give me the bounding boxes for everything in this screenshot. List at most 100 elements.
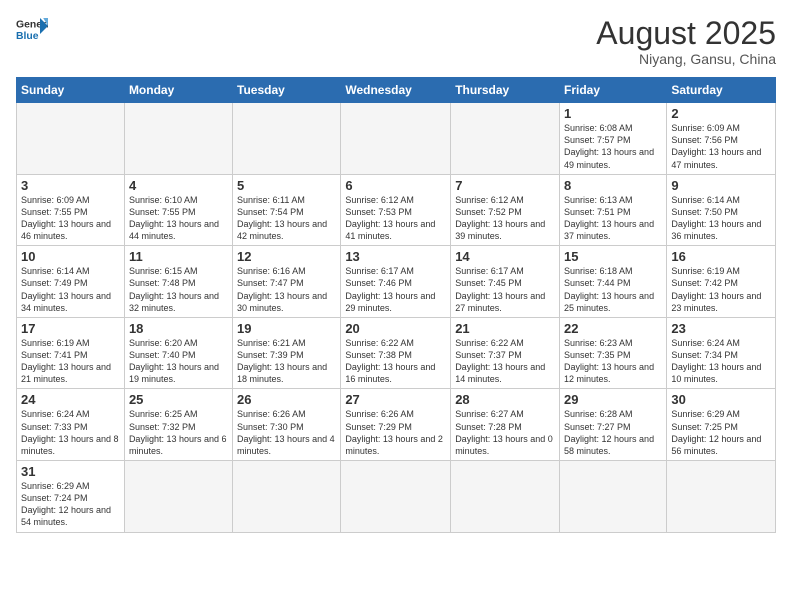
day-number: 28: [455, 392, 555, 407]
calendar-cell: 3Sunrise: 6:09 AM Sunset: 7:55 PM Daylig…: [17, 174, 125, 246]
day-info: Sunrise: 6:23 AM Sunset: 7:35 PM Dayligh…: [564, 337, 662, 386]
day-info: Sunrise: 6:20 AM Sunset: 7:40 PM Dayligh…: [129, 337, 228, 386]
calendar-cell: 4Sunrise: 6:10 AM Sunset: 7:55 PM Daylig…: [124, 174, 232, 246]
calendar-cell: [667, 461, 776, 533]
day-info: Sunrise: 6:19 AM Sunset: 7:42 PM Dayligh…: [671, 265, 771, 314]
day-info: Sunrise: 6:09 AM Sunset: 7:56 PM Dayligh…: [671, 122, 771, 171]
day-number: 10: [21, 249, 120, 264]
calendar-header-row: Sunday Monday Tuesday Wednesday Thursday…: [17, 78, 776, 103]
calendar-cell: 27Sunrise: 6:26 AM Sunset: 7:29 PM Dayli…: [341, 389, 451, 461]
day-number: 8: [564, 178, 662, 193]
calendar-cell: 26Sunrise: 6:26 AM Sunset: 7:30 PM Dayli…: [233, 389, 341, 461]
calendar-cell: 16Sunrise: 6:19 AM Sunset: 7:42 PM Dayli…: [667, 246, 776, 318]
day-info: Sunrise: 6:22 AM Sunset: 7:38 PM Dayligh…: [345, 337, 446, 386]
calendar-cell: 2Sunrise: 6:09 AM Sunset: 7:56 PM Daylig…: [667, 103, 776, 175]
calendar-cell: 22Sunrise: 6:23 AM Sunset: 7:35 PM Dayli…: [560, 317, 667, 389]
col-tuesday: Tuesday: [233, 78, 341, 103]
day-number: 21: [455, 321, 555, 336]
calendar-cell: [124, 461, 232, 533]
day-info: Sunrise: 6:16 AM Sunset: 7:47 PM Dayligh…: [237, 265, 336, 314]
day-number: 30: [671, 392, 771, 407]
day-number: 9: [671, 178, 771, 193]
day-info: Sunrise: 6:14 AM Sunset: 7:50 PM Dayligh…: [671, 194, 771, 243]
col-wednesday: Wednesday: [341, 78, 451, 103]
day-number: 15: [564, 249, 662, 264]
day-number: 26: [237, 392, 336, 407]
calendar-cell: 21Sunrise: 6:22 AM Sunset: 7:37 PM Dayli…: [451, 317, 560, 389]
day-info: Sunrise: 6:17 AM Sunset: 7:45 PM Dayligh…: [455, 265, 555, 314]
day-number: 6: [345, 178, 446, 193]
calendar-cell: [560, 461, 667, 533]
day-number: 13: [345, 249, 446, 264]
day-info: Sunrise: 6:28 AM Sunset: 7:27 PM Dayligh…: [564, 408, 662, 457]
col-monday: Monday: [124, 78, 232, 103]
logo: General Blue: [16, 16, 48, 44]
calendar-cell: 18Sunrise: 6:20 AM Sunset: 7:40 PM Dayli…: [124, 317, 232, 389]
page: General Blue August 2025 Niyang, Gansu, …: [0, 0, 792, 612]
calendar-cell: 17Sunrise: 6:19 AM Sunset: 7:41 PM Dayli…: [17, 317, 125, 389]
calendar-cell: 29Sunrise: 6:28 AM Sunset: 7:27 PM Dayli…: [560, 389, 667, 461]
calendar-cell: 19Sunrise: 6:21 AM Sunset: 7:39 PM Dayli…: [233, 317, 341, 389]
day-number: 29: [564, 392, 662, 407]
day-info: Sunrise: 6:18 AM Sunset: 7:44 PM Dayligh…: [564, 265, 662, 314]
day-info: Sunrise: 6:29 AM Sunset: 7:24 PM Dayligh…: [21, 480, 120, 529]
generalblue-logo-icon: General Blue: [16, 16, 48, 44]
calendar-cell: 8Sunrise: 6:13 AM Sunset: 7:51 PM Daylig…: [560, 174, 667, 246]
calendar-cell: 9Sunrise: 6:14 AM Sunset: 7:50 PM Daylig…: [667, 174, 776, 246]
day-number: 14: [455, 249, 555, 264]
header: General Blue August 2025 Niyang, Gansu, …: [16, 16, 776, 67]
calendar-cell: 10Sunrise: 6:14 AM Sunset: 7:49 PM Dayli…: [17, 246, 125, 318]
calendar-cell: 31Sunrise: 6:29 AM Sunset: 7:24 PM Dayli…: [17, 461, 125, 533]
calendar-cell: [341, 103, 451, 175]
location: Niyang, Gansu, China: [596, 51, 776, 67]
title-block: August 2025 Niyang, Gansu, China: [596, 16, 776, 67]
day-number: 24: [21, 392, 120, 407]
day-number: 16: [671, 249, 771, 264]
day-info: Sunrise: 6:14 AM Sunset: 7:49 PM Dayligh…: [21, 265, 120, 314]
day-number: 27: [345, 392, 446, 407]
calendar-cell: 24Sunrise: 6:24 AM Sunset: 7:33 PM Dayli…: [17, 389, 125, 461]
day-info: Sunrise: 6:21 AM Sunset: 7:39 PM Dayligh…: [237, 337, 336, 386]
day-number: 12: [237, 249, 336, 264]
col-friday: Friday: [560, 78, 667, 103]
day-info: Sunrise: 6:27 AM Sunset: 7:28 PM Dayligh…: [455, 408, 555, 457]
day-info: Sunrise: 6:26 AM Sunset: 7:29 PM Dayligh…: [345, 408, 446, 457]
day-info: Sunrise: 6:17 AM Sunset: 7:46 PM Dayligh…: [345, 265, 446, 314]
calendar-cell: [451, 103, 560, 175]
calendar-cell: 14Sunrise: 6:17 AM Sunset: 7:45 PM Dayli…: [451, 246, 560, 318]
calendar-cell: 20Sunrise: 6:22 AM Sunset: 7:38 PM Dayli…: [341, 317, 451, 389]
day-info: Sunrise: 6:11 AM Sunset: 7:54 PM Dayligh…: [237, 194, 336, 243]
day-info: Sunrise: 6:19 AM Sunset: 7:41 PM Dayligh…: [21, 337, 120, 386]
day-number: 2: [671, 106, 771, 121]
calendar-cell: 15Sunrise: 6:18 AM Sunset: 7:44 PM Dayli…: [560, 246, 667, 318]
day-number: 20: [345, 321, 446, 336]
day-number: 17: [21, 321, 120, 336]
col-thursday: Thursday: [451, 78, 560, 103]
calendar-cell: [233, 103, 341, 175]
day-info: Sunrise: 6:15 AM Sunset: 7:48 PM Dayligh…: [129, 265, 228, 314]
day-info: Sunrise: 6:24 AM Sunset: 7:34 PM Dayligh…: [671, 337, 771, 386]
day-number: 31: [21, 464, 120, 479]
day-number: 1: [564, 106, 662, 121]
calendar-cell: 30Sunrise: 6:29 AM Sunset: 7:25 PM Dayli…: [667, 389, 776, 461]
day-number: 25: [129, 392, 228, 407]
calendar-cell: 1Sunrise: 6:08 AM Sunset: 7:57 PM Daylig…: [560, 103, 667, 175]
day-number: 18: [129, 321, 228, 336]
day-number: 22: [564, 321, 662, 336]
day-info: Sunrise: 6:25 AM Sunset: 7:32 PM Dayligh…: [129, 408, 228, 457]
day-info: Sunrise: 6:24 AM Sunset: 7:33 PM Dayligh…: [21, 408, 120, 457]
calendar-cell: [17, 103, 125, 175]
day-number: 19: [237, 321, 336, 336]
calendar-cell: [124, 103, 232, 175]
calendar-cell: [233, 461, 341, 533]
day-info: Sunrise: 6:12 AM Sunset: 7:53 PM Dayligh…: [345, 194, 446, 243]
svg-text:Blue: Blue: [16, 31, 39, 42]
col-sunday: Sunday: [17, 78, 125, 103]
calendar-cell: 28Sunrise: 6:27 AM Sunset: 7:28 PM Dayli…: [451, 389, 560, 461]
day-number: 11: [129, 249, 228, 264]
col-saturday: Saturday: [667, 78, 776, 103]
calendar-cell: 11Sunrise: 6:15 AM Sunset: 7:48 PM Dayli…: [124, 246, 232, 318]
day-info: Sunrise: 6:29 AM Sunset: 7:25 PM Dayligh…: [671, 408, 771, 457]
calendar-cell: [451, 461, 560, 533]
calendar-cell: [341, 461, 451, 533]
